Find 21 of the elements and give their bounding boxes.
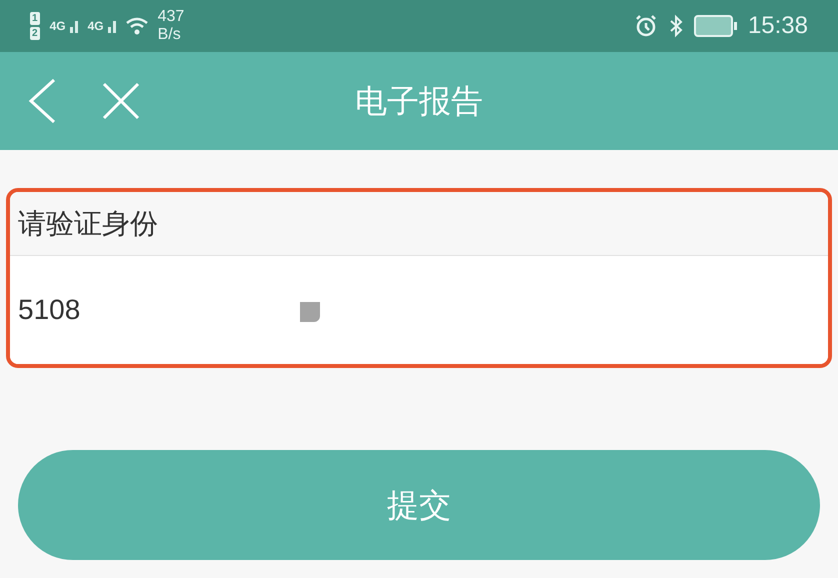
bluetooth-icon: [668, 14, 684, 38]
id-input-field[interactable]: 5108: [10, 256, 828, 364]
network-type: 4G: [50, 18, 66, 35]
close-icon: [102, 82, 140, 120]
back-icon: [28, 78, 56, 124]
battery-icon: [694, 15, 738, 37]
back-button[interactable]: [26, 76, 58, 126]
signal-icon: [108, 19, 116, 33]
network-speed-unit: B/s: [158, 26, 182, 44]
signal-icon: [70, 19, 78, 33]
alarm-clock-icon: [634, 14, 658, 38]
wifi-icon: [126, 17, 148, 35]
network-speed-value: 437: [158, 8, 184, 26]
clock-time: 15:38: [748, 11, 808, 41]
sim-slot-badge: 2: [30, 27, 40, 40]
page-title: 电子报告: [355, 82, 483, 121]
network-type: 4G: [88, 18, 104, 35]
field-label: 请验证身份: [18, 206, 158, 240]
sim-slot-badge: 1: [30, 12, 40, 25]
redaction-mark: [300, 302, 320, 322]
close-button[interactable]: [100, 80, 142, 122]
